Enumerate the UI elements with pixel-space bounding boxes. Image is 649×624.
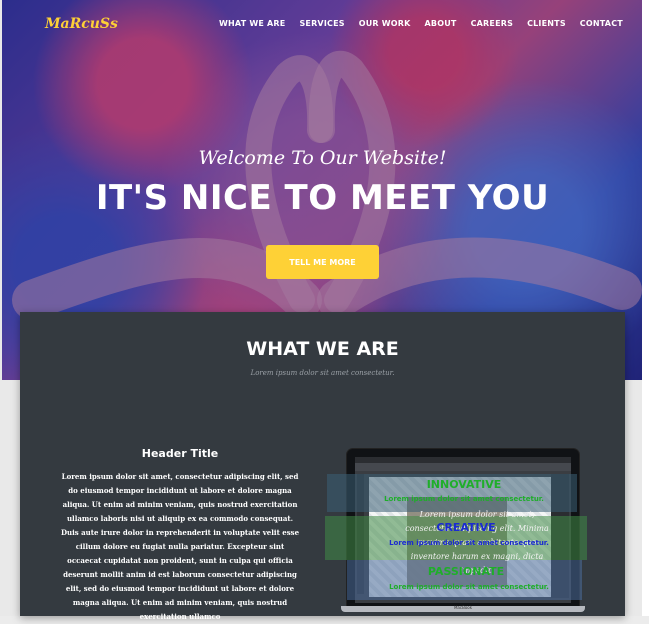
nav-item-contact[interactable]: CONTACT [580, 19, 623, 28]
feature-text-passionate: Lorem ipsum dolor sit amet consectetur. [389, 583, 549, 591]
nav-item-our-work[interactable]: OUR WORK [359, 19, 411, 28]
main-nav: WHAT WE ARE SERVICES OUR WORK ABOUT CARE… [219, 19, 623, 28]
nav-item-clients[interactable]: CLIENTS [527, 19, 566, 28]
feature-text-innovative: Lorem ipsum dolor sit amet consectetur. [384, 495, 544, 503]
column-header-title: Header Title [141, 447, 219, 460]
section-heading: WHAT WE ARE [246, 338, 399, 360]
nav-item-careers[interactable]: CAREERS [471, 19, 513, 28]
feature-title-innovative: INNOVATIVE [426, 478, 502, 491]
feature-text-creative: Lorem ipsum dolor sit amet consectetur. [389, 539, 549, 547]
page-right-edge [642, 0, 649, 616]
hero-subheading: Welcome To Our Website! [198, 147, 447, 169]
what-we-are-section: WHAT WE ARE Lorem ipsum dolor sit amet c… [20, 312, 625, 621]
feature-title-passionate: PASSIONATE [427, 565, 505, 578]
laptop-base: MacBook [341, 605, 585, 612]
column-body-text: Lorem ipsum dolor sit amet, consectetur … [60, 472, 300, 621]
nav-item-about[interactable]: ABOUT [425, 19, 457, 28]
nav-item-services[interactable]: SERVICES [299, 19, 344, 28]
site-logo[interactable]: MaRcuSs [45, 16, 118, 32]
editor-toolbar [355, 463, 571, 471]
hero-heading: IT'S NICE TO MEET YOU [95, 178, 550, 218]
feature-title-creative: CREATIVE [436, 521, 496, 534]
section-subheading: Lorem ipsum dolor sit amet consectetur. [250, 369, 395, 377]
nav-item-what-we-are[interactable]: WHAT WE ARE [219, 19, 285, 28]
tell-me-more-button[interactable]: TELL ME MORE [266, 245, 379, 279]
laptop-brand-label: MacBook [453, 605, 473, 610]
